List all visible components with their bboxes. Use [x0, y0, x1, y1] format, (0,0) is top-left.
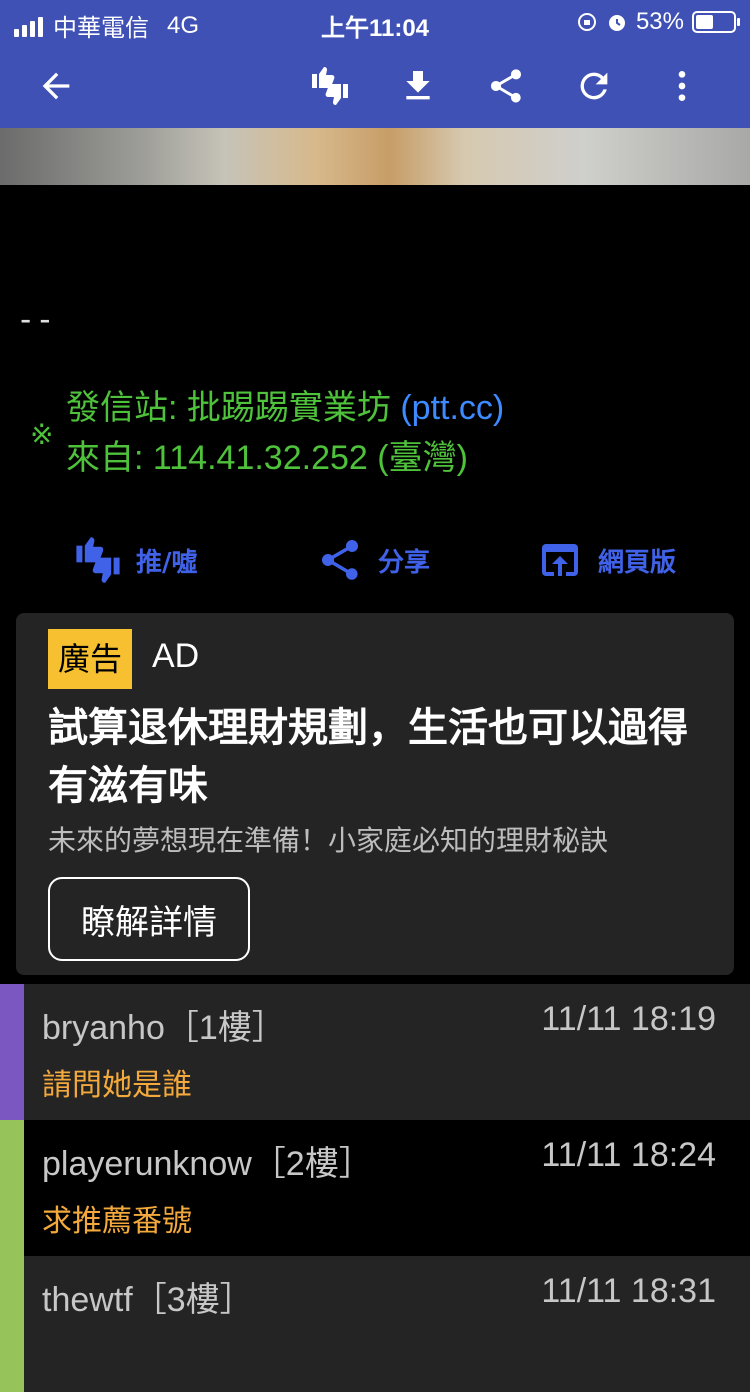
push-boo-icon: [76, 537, 120, 583]
ad-card[interactable]: 廣告 AD 試算退休理財規劃，生活也可以過得有滋有味 未來的夢想現在準備！小家庭…: [16, 613, 734, 975]
back-arrow-icon: [42, 72, 70, 100]
comment-text: 請問她是誰: [42, 1068, 192, 1103]
post-image[interactable]: [0, 128, 750, 185]
rotation-lock-icon: [577, 13, 596, 31]
share-button[interactable]: [478, 58, 534, 114]
status-bar: 中華電信 4G 上午11:04 53%: [0, 0, 750, 44]
download-button[interactable]: [390, 58, 446, 114]
push-boo-action[interactable]: 推/噓: [74, 530, 198, 590]
share-label: 分享: [378, 547, 431, 578]
comment-accent-bar: [0, 1120, 24, 1256]
comment-time: 11/11 18:24: [541, 1136, 716, 1174]
battery-percent: 53%: [635, 8, 684, 35]
comment-user: bryanho［1樓］: [42, 1009, 286, 1047]
comment-accent-bar: [0, 1256, 24, 1392]
ad-description: 未來的夢想現在準備！小家庭必知的理財秘訣: [48, 824, 609, 857]
ad-title[interactable]: 試算退休理財規劃，生活也可以過得有滋有味: [48, 699, 718, 815]
origin-label: 發信站: 批踢踢實業坊: [66, 389, 391, 427]
download-icon: [406, 71, 430, 100]
more-options-button[interactable]: [654, 58, 710, 114]
comment-user: thewtf［3樓］: [42, 1281, 254, 1319]
web-version-label: 網頁版: [598, 547, 677, 578]
comment-accent-bar: [0, 984, 24, 1120]
push-boo-label: 推/噓: [136, 547, 198, 578]
more-vert-icon: [678, 71, 686, 101]
alarm-icon: [608, 15, 625, 31]
comment-body: thewtf［3樓］ 11/11 18:31: [24, 1256, 750, 1392]
share-icon: [322, 540, 358, 580]
refresh-icon: [580, 72, 608, 100]
from-line: 來自: 114.41.32.252 (臺灣): [66, 439, 468, 477]
comment-text: 求推薦番號: [42, 1204, 192, 1239]
comment-time: 11/11 18:31: [541, 1272, 716, 1310]
refresh-button[interactable]: [566, 58, 622, 114]
battery-icon: [692, 11, 740, 33]
open-in-browser-icon: [542, 544, 578, 576]
app-toolbar: [0, 44, 750, 128]
ad-tag: AD: [152, 637, 200, 675]
ad-badge: 廣告: [48, 629, 133, 689]
reference-mark: ※: [30, 419, 54, 450]
push-boo-icon: [312, 67, 348, 105]
comment-item[interactable]: playerunknow［2樓］ 11/11 18:24 求推薦番號: [0, 1120, 750, 1256]
comment-item[interactable]: thewtf［3樓］ 11/11 18:31: [0, 1256, 750, 1392]
share-icon: [491, 69, 521, 103]
comment-body: bryanho［1樓］ 11/11 18:19 請問她是誰: [24, 984, 750, 1120]
origin-link[interactable]: (ptt.cc): [400, 389, 504, 427]
signature-separator: --: [16, 300, 55, 338]
push-boo-button[interactable]: [302, 58, 358, 114]
comment-user: playerunknow［2樓］: [42, 1145, 373, 1183]
share-action[interactable]: 分享: [316, 530, 430, 590]
web-version-action[interactable]: 網頁版: [536, 530, 676, 590]
ad-learn-more-button[interactable]: 瞭解詳情: [48, 877, 250, 961]
comment-item[interactable]: bryanho［1樓］ 11/11 18:19 請問她是誰: [0, 984, 750, 1120]
comment-body: playerunknow［2樓］ 11/11 18:24 求推薦番號: [24, 1120, 750, 1256]
origin-line: 發信站: 批踢踢實業坊 (ptt.cc): [66, 380, 504, 429]
back-button[interactable]: [28, 58, 84, 114]
status-right: 53%: [576, 8, 740, 36]
comment-time: 11/11 18:19: [541, 1000, 716, 1038]
post-actions: 推/噓 分享 網頁版: [0, 530, 750, 590]
